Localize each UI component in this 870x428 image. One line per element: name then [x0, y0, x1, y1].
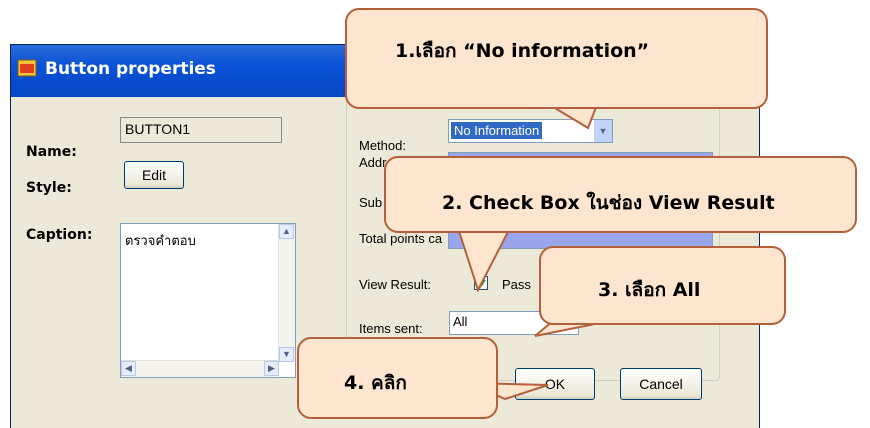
view-result-checkbox[interactable]: [474, 276, 488, 290]
scroll-up-icon[interactable]: ▲: [279, 224, 294, 239]
ok-button[interactable]: OK: [515, 368, 595, 400]
sub-label: Sub: [359, 195, 383, 210]
name-label: Name:: [26, 144, 77, 160]
callout-step-3-text: 3. เลือก All: [598, 279, 701, 301]
chevron-down-icon[interactable]: ▼: [594, 120, 612, 142]
style-label: Style:: [26, 180, 72, 196]
caption-text: ตรวจคำตอบ: [125, 233, 196, 248]
callout-step-4-text: 4. คลิก: [344, 372, 407, 394]
items-sent-label: Items sent:: [359, 321, 423, 336]
callout-step-2-text: 2. Check Box ในช่อง View Result: [442, 192, 775, 214]
edit-button[interactable]: Edit: [124, 161, 184, 189]
method-select-value: No Information: [451, 122, 543, 139]
checkmark-icon: [476, 279, 486, 289]
scroll-down-icon[interactable]: ▼: [279, 347, 294, 362]
vertical-scrollbar[interactable]: ▲ ▼: [278, 224, 295, 362]
view-result-label: View Result:: [359, 277, 432, 292]
scroll-right-icon[interactable]: ▶: [264, 361, 279, 376]
method-select[interactable]: No Information ▼: [448, 119, 613, 143]
name-field[interactable]: BUTTON1: [120, 117, 282, 143]
callout-step-3: 3. เลือก All: [539, 246, 786, 325]
callout-step-1-text: 1.เลือก “No information”: [395, 40, 650, 62]
window-title: Button properties: [45, 59, 216, 79]
pass-label: Pass: [502, 277, 531, 292]
callout-step-1: 1.เลือก “No information”: [345, 8, 768, 109]
app-icon: [17, 59, 37, 77]
items-sent-value: All: [453, 314, 468, 329]
callout-step-2: 2. Check Box ในช่อง View Result: [384, 156, 857, 233]
cancel-button[interactable]: Cancel: [620, 368, 702, 400]
method-label: Method:: [359, 138, 406, 153]
horizontal-scrollbar[interactable]: ◀ ▶: [121, 360, 279, 377]
callout-step-4: 4. คลิก: [297, 337, 498, 419]
caption-label: Caption:: [26, 227, 93, 243]
scroll-left-icon[interactable]: ◀: [121, 361, 136, 376]
caption-textarea[interactable]: ตรวจคำตอบ ▲ ▼ ◀ ▶: [120, 223, 296, 378]
total-points-label: Total points ca: [359, 231, 443, 246]
